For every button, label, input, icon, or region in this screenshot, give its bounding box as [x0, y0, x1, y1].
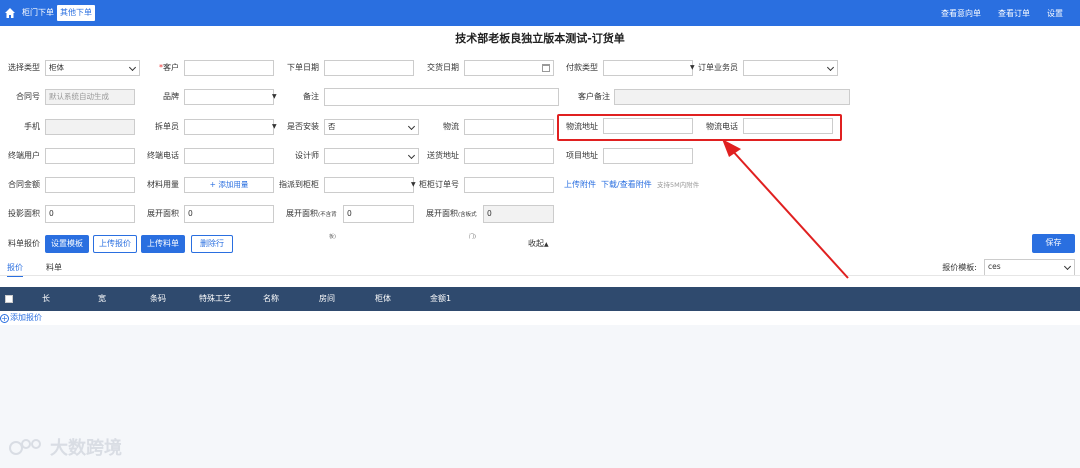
project-address-label: 项目地址 — [566, 151, 598, 160]
col-room: 房间 — [319, 294, 335, 303]
table-header: 长 宽 条码 特殊工艺 名称 房间 柜体 金额1 — [0, 287, 1080, 311]
quote-label: 料单报价 — [8, 239, 40, 248]
upload-quote-button[interactable]: 上传报价 — [93, 235, 137, 253]
remark-textarea[interactable] — [324, 88, 559, 106]
delete-row-button[interactable]: 删除行 — [191, 235, 233, 253]
tab-door-order[interactable]: 柜门下单 — [19, 5, 57, 21]
settings-link[interactable]: 设置 — [1047, 8, 1063, 19]
select-all-checkbox[interactable] — [5, 295, 13, 303]
delivery-date-label: 交货日期 — [427, 63, 459, 72]
highlight-box — [557, 114, 842, 141]
unfold-area-no-door-label: 展开面积(不含背 — [259, 206, 339, 223]
unfold-area-with-suffix: (含板式 — [458, 212, 477, 218]
select-type-label: 选择类型 — [8, 63, 40, 72]
end-user-label: 终端用户 — [8, 151, 40, 160]
add-quote-label: 添加报价 — [10, 313, 42, 322]
install-label: 是否安装 — [287, 122, 319, 131]
top-navbar: 柜门下单 其他下单 查看意向单 查看订单 设置 — [0, 0, 1080, 26]
unfold-area-label: 展开面积 — [147, 209, 179, 218]
collapse-label: 收起 — [528, 239, 544, 248]
order-splitter-label: 拆单员 — [155, 122, 179, 131]
view-intent-orders-link[interactable]: 查看意向单 — [941, 8, 981, 19]
unfold-area-with-tail: 门) — [469, 234, 476, 240]
customer-label-text: 客户 — [163, 63, 179, 72]
phone-label: 手机 — [24, 122, 40, 131]
table-body-area — [0, 325, 1080, 468]
customer-remark-label: 客户备注 — [578, 92, 610, 101]
tab-material[interactable]: 料单 — [46, 262, 62, 274]
plus-circle-icon: + — [0, 314, 9, 323]
download-attachment-link[interactable]: 下载/查看附件 — [601, 177, 652, 193]
end-phone-label: 终端电话 — [147, 151, 179, 160]
cabinet-order-no-input[interactable] — [464, 177, 554, 193]
material-usage-label: 材料用量 — [147, 180, 179, 189]
contract-no-label: 合同号 — [16, 92, 40, 101]
view-orders-link[interactable]: 查看订单 — [998, 8, 1030, 19]
caret-up-icon: ▲ — [544, 241, 549, 248]
col-barcode: 条码 — [150, 294, 166, 303]
payment-type-label: 付款类型 — [566, 63, 598, 72]
project-address-input[interactable] — [603, 148, 693, 164]
brand-label: 品牌 — [163, 92, 179, 101]
tabs-divider — [0, 275, 1080, 276]
remark-label: 备注 — [303, 92, 319, 101]
unfold-area-no-door-suffix: (不含背 — [318, 212, 337, 218]
shipping-address-label: 送货地址 — [427, 151, 459, 160]
home-icon[interactable] — [4, 7, 16, 19]
unfold-area-no-door-text: 展开面积 — [286, 209, 318, 218]
attachment-hint: 支持5M内附件 — [657, 181, 700, 189]
upload-material-button[interactable]: 上传料单 — [141, 235, 185, 253]
upload-attachment-link[interactable]: 上传附件 — [564, 177, 596, 193]
unfold-area-with-label: 展开面积(含板式 — [399, 206, 484, 223]
projection-area-label: 投影面积 — [8, 209, 40, 218]
unfold-area-no-door-tail: 板) — [329, 234, 336, 240]
set-template-button[interactable]: 设置模板 — [45, 235, 89, 253]
watermark-text: 大数跨境 — [50, 438, 122, 459]
cabinet-order-no-label: 柜柜订单号 — [419, 180, 459, 189]
quote-template-select[interactable]: ces — [984, 259, 1075, 276]
col-name: 名称 — [263, 294, 279, 303]
order-date-label: 下单日期 — [287, 63, 319, 72]
order-salesman-label: 订单业务员 — [698, 63, 738, 72]
contract-amount-label: 合同金额 — [8, 180, 40, 189]
col-width: 宽 — [98, 294, 106, 303]
page-title: 技术部老板良独立版本测试-订货单 — [455, 32, 625, 45]
quote-template-label: 报价模板: — [942, 263, 977, 272]
col-amount1: 金额1 — [430, 294, 452, 303]
logistics-label: 物流 — [443, 122, 459, 131]
col-cabinet: 柜体 — [375, 294, 391, 303]
unfold-area-with-input: 0 — [483, 205, 554, 223]
col-special-process: 特殊工艺 — [199, 294, 231, 303]
designer-label: 设计师 — [295, 151, 319, 160]
tab-other-order[interactable]: 其他下单 — [57, 5, 95, 21]
customer-label: *客户 — [119, 60, 179, 76]
watermark-logo-icon — [9, 439, 41, 455]
unfold-area-with-text: 展开面积 — [426, 209, 458, 218]
assign-cabinet-label: 指派到柜柜 — [279, 180, 319, 189]
col-length: 长 — [42, 294, 50, 303]
order-salesman-select[interactable] — [743, 60, 838, 76]
save-button[interactable]: 保存 — [1032, 234, 1075, 253]
add-quote-link[interactable]: + 添加报价 — [0, 312, 42, 324]
customer-remark-input — [614, 89, 850, 105]
collapse-toggle[interactable]: 收起▲ — [528, 236, 549, 253]
